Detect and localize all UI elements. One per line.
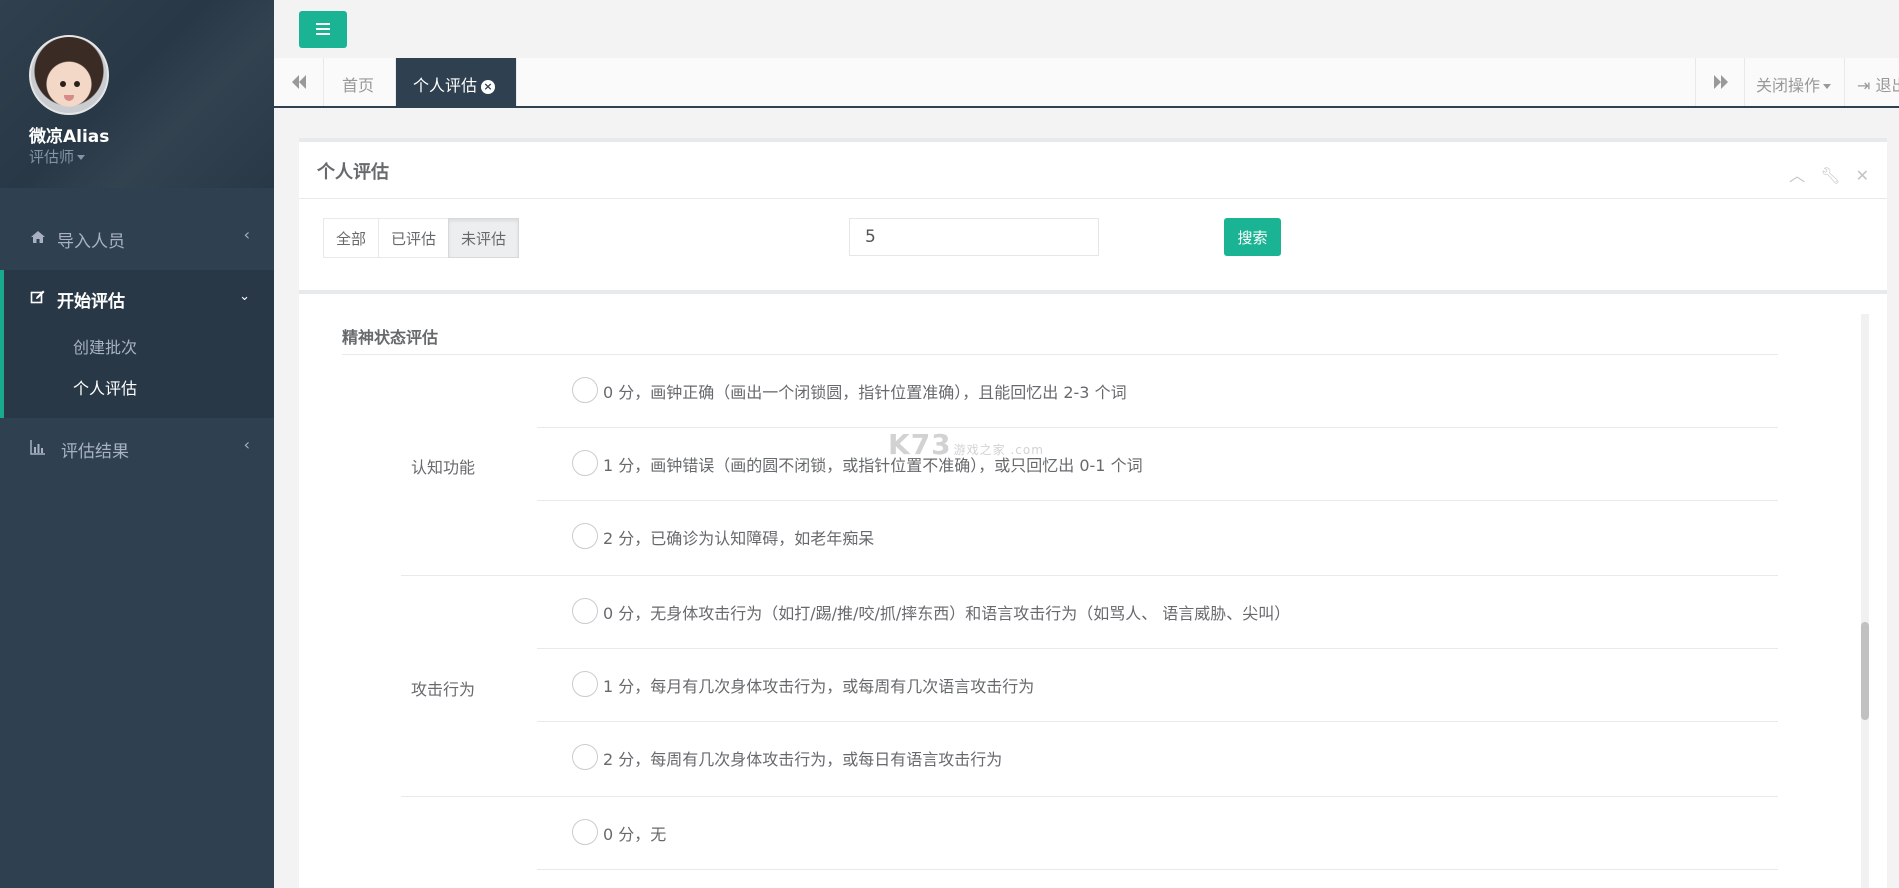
- sidebar: 微凉Alias 评估师 导入人员 ‹ 开始评估 ⌄ 创建批次 个人评估 评估结果…: [0, 0, 274, 888]
- option-row[interactable]: 0 分，无身体攻击行为（如打/踢/推/咬/抓/摔东西）和语言攻击行为（如骂人、 …: [537, 576, 1778, 649]
- sub-item-create-batch[interactable]: 创建批次: [73, 334, 137, 358]
- chevron-left-icon: ‹: [243, 435, 250, 454]
- sign-out-icon: ⇥: [1857, 76, 1871, 95]
- wrench-icon[interactable]: 🔧︎: [1820, 166, 1840, 185]
- evaluation-form-panel: 精神状态评估 0 分，画钟正确（画出一个闭锁圆，指针位置准确），且能回忆出 2-…: [299, 290, 1887, 888]
- username: 微凉Alias: [29, 127, 110, 147]
- filter-all-button[interactable]: 全部: [323, 218, 380, 258]
- sub-item-personal-eval[interactable]: 个人评估: [73, 375, 137, 399]
- radio-button[interactable]: [572, 598, 598, 624]
- radio-button[interactable]: [572, 450, 598, 476]
- option-text: 2 分，每周有几次身体攻击行为，或每日有语言攻击行为: [603, 750, 1003, 769]
- nav-item-label: 开始评估: [57, 292, 125, 312]
- logout-button[interactable]: ⇥ 退出: [1845, 58, 1899, 106]
- section-title: 精神状态评估: [342, 328, 439, 347]
- option-text: 0 分，无身体攻击行为（如打/踢/推/咬/抓/摔东西）和语言攻击行为（如骂人、 …: [603, 604, 1291, 623]
- radio-button[interactable]: [572, 377, 598, 403]
- tab-scroll-right-button[interactable]: [1695, 58, 1745, 106]
- group-label-aggression: 攻击行为: [411, 680, 476, 699]
- option-row[interactable]: 0 分，画钟正确（画出一个闭锁圆，指针位置准确），且能回忆出 2-3 个词: [537, 355, 1778, 428]
- avatar[interactable]: [29, 35, 109, 115]
- nav-item-start-eval[interactable]: 开始评估 ⌄ 创建批次 个人评估: [0, 270, 274, 418]
- search-panel: 个人评估 ︿ 🔧︎ ✕ 全部 已评估 未评估 搜索: [299, 138, 1887, 290]
- caret-down-icon: [1823, 84, 1832, 89]
- menu-toggle-button[interactable]: [299, 11, 347, 48]
- option-text: 0 分，无: [603, 825, 667, 844]
- radio-button[interactable]: [572, 671, 598, 697]
- filter-evaluated-button[interactable]: 已评估: [378, 218, 450, 258]
- option-text: 1 分，画钟错误（画的圆不闭锁，或指针位置不准确），或只回忆出 0-1 个词: [603, 456, 1143, 475]
- close-operations-label: 关闭操作: [1756, 76, 1821, 95]
- radio-button[interactable]: [572, 744, 598, 770]
- topbar: [274, 0, 1899, 58]
- edit-icon: [30, 290, 45, 304]
- panel-title: 个人评估: [317, 162, 389, 183]
- filter-unevaluated-button[interactable]: 未评估: [448, 218, 520, 258]
- chevron-up-icon[interactable]: ︿: [1789, 166, 1805, 185]
- double-chevron-left-icon: [292, 75, 306, 89]
- scrollbar-thumb[interactable]: [1861, 622, 1869, 720]
- tab-personal-eval[interactable]: 个人评估 ×: [396, 58, 517, 106]
- search-input[interactable]: [849, 218, 1099, 256]
- nav-item-import[interactable]: 导入人员 ‹: [0, 210, 274, 266]
- tab-home[interactable]: 首页: [324, 58, 396, 106]
- close-operations-dropdown[interactable]: 关闭操作: [1745, 58, 1845, 106]
- option-row[interactable]: 1 分，每月有几次身体攻击行为，或每周有几次语言攻击行为: [537, 649, 1778, 722]
- profile-area: 微凉Alias 评估师: [0, 0, 274, 188]
- watermark-logo: K73 游戏之家 .com: [888, 428, 1044, 461]
- group-label-cognition: 认知功能: [411, 458, 476, 477]
- double-chevron-right-icon: [1714, 75, 1728, 89]
- role-dropdown[interactable]: 评估师: [29, 146, 86, 167]
- option-row[interactable]: 2 分，每周有几次身体攻击行为，或每日有语言攻击行为: [537, 722, 1778, 795]
- close-icon[interactable]: ✕: [1856, 166, 1869, 185]
- nav-item-results[interactable]: 评估结果 ‹: [0, 420, 274, 476]
- tab-label: 个人评估: [413, 76, 478, 95]
- radio-button[interactable]: [572, 819, 598, 845]
- nav-item-label: 评估结果: [61, 442, 129, 462]
- caret-down-icon: [77, 155, 86, 160]
- nav-item-start-eval-header[interactable]: 开始评估 ⌄: [0, 270, 274, 326]
- scrollbar[interactable]: [1861, 314, 1869, 888]
- tabs-bar: 首页 个人评估× 关闭操作 ⇥ 退出: [274, 58, 1899, 108]
- radio-button[interactable]: [572, 523, 598, 549]
- option-text: 1 分，每月有几次身体攻击行为，或每周有几次语言攻击行为: [603, 677, 1035, 696]
- bar-chart-icon: [30, 440, 45, 455]
- option-text: 0 分，画钟正确（画出一个闭锁圆，指针位置准确），且能回忆出 2-3 个词: [603, 383, 1127, 402]
- option-row[interactable]: 0 分，无: [537, 797, 1778, 870]
- option-row[interactable]: 2 分，已确诊为认知障碍，如老年痴呆: [537, 501, 1778, 574]
- tab-label: 首页: [342, 76, 375, 95]
- option-row[interactable]: 1 分，画钟错误（画的圆不闭锁，或指针位置不准确），或只回忆出 0-1 个词: [537, 428, 1778, 501]
- nav-item-label: 导入人员: [57, 232, 125, 252]
- close-circle-icon[interactable]: ×: [481, 80, 496, 94]
- home-icon: [31, 231, 45, 243]
- chevron-down-icon: ⌄: [239, 289, 250, 304]
- option-text: 2 分，已确诊为认知障碍，如老年痴呆: [603, 529, 875, 548]
- chevron-left-icon: ‹: [243, 225, 250, 244]
- filter-button-group: 全部 已评估 未评估: [323, 218, 520, 258]
- tab-scroll-left-button[interactable]: [274, 58, 324, 106]
- search-button[interactable]: 搜索: [1224, 218, 1281, 256]
- logout-label: 退出: [1875, 76, 1899, 95]
- panel-tools: ︿ 🔧︎ ✕: [1779, 162, 1869, 186]
